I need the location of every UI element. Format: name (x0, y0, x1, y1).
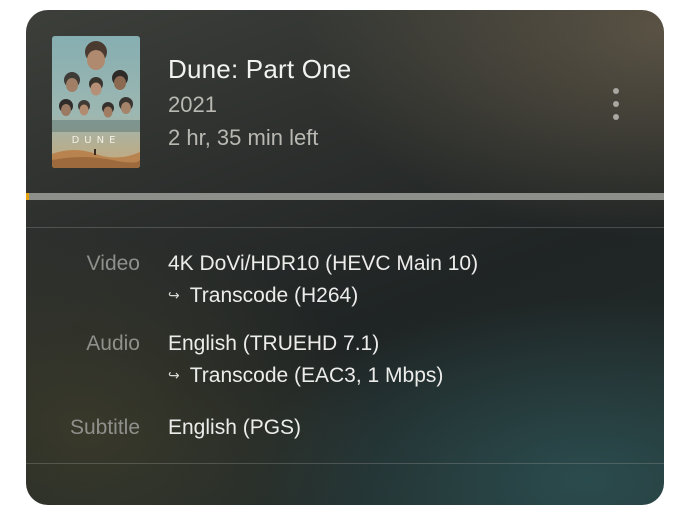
now-playing-card: DUNE Dune: Part One 2021 2 hr, 35 min le… (26, 10, 664, 505)
poster-artwork: DUNE (52, 36, 140, 168)
poster-logo-text: DUNE (72, 135, 121, 146)
more-vertical-icon-dot (613, 114, 619, 120)
more-options-button[interactable] (606, 84, 626, 124)
audio-label: Audio (86, 332, 140, 355)
more-vertical-icon (613, 88, 619, 94)
video-format: 4K DoVi/HDR10 (HEVC Main 10) (168, 252, 479, 275)
audio-transcode-text: Transcode (EAC3, 1 Mbps) (189, 364, 444, 387)
section-divider-bottom (26, 463, 664, 464)
audio-format: English (TRUEHD 7.1) (168, 332, 380, 355)
poster-image[interactable]: DUNE (52, 36, 140, 168)
transcode-arrow-icon: ↪ (168, 367, 180, 383)
media-year: 2021 (168, 92, 217, 117)
subtitle-label: Subtitle (69, 416, 140, 439)
media-title: Dune: Part One (168, 54, 352, 84)
playback-progress-bar[interactable] (26, 193, 664, 200)
section-divider (26, 227, 664, 228)
more-vertical-icon-dot (613, 101, 619, 107)
time-remaining: 2 hr, 35 min left (168, 125, 319, 150)
video-label: Video (86, 252, 140, 275)
video-transcode-text: Transcode (H264) (189, 284, 359, 307)
audio-transcode: ↪ Transcode (EAC3, 1 Mbps) (168, 364, 443, 388)
video-transcode: ↪ Transcode (H264) (168, 284, 358, 308)
subtitle-format: English (PGS) (168, 416, 302, 439)
playback-progress-fill (26, 193, 29, 200)
transcode-arrow-icon: ↪ (168, 287, 180, 303)
